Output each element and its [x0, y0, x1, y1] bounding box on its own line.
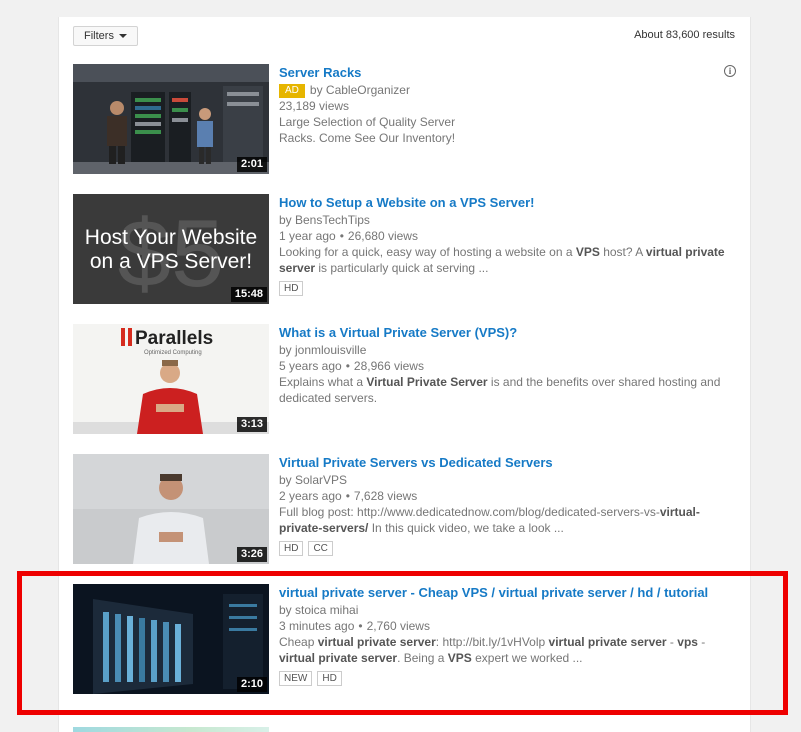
video-thumbnail[interactable]: Parallels Optimized Computing 3:13 [73, 324, 269, 434]
channel-link[interactable]: by SolarVPS [279, 472, 738, 488]
badges: HD [279, 281, 738, 296]
thumb-text-line-2: on a VPS Server! [90, 250, 252, 273]
upload-age: 2 years ago [279, 489, 342, 503]
cc-badge: CC [308, 541, 333, 556]
hd-badge: HD [279, 281, 304, 296]
video-title-link[interactable]: How to Setup a Website on a VPS Server! [279, 194, 738, 212]
view-count: 7,628 views [353, 489, 418, 503]
description: Explains what a Virtual Private Server i… [279, 375, 721, 405]
video-title-link[interactable]: Server Racks [279, 64, 738, 82]
ad-badge: AD [279, 84, 305, 98]
age-views-line: 2 years ago • 7,628 views [279, 489, 418, 503]
hd-badge: HD [279, 541, 304, 556]
video-title-link[interactable]: Virtual Private Servers vs Dedicated Ser… [279, 454, 738, 472]
result-item: 3:26 Virtual Private Servers vs Dedicate… [73, 454, 738, 566]
video-thumbnail[interactable]: $5 Host Your Website on a VPS Server! 15… [73, 194, 269, 304]
upload-age: 1 year ago [279, 229, 336, 243]
view-count: 26,680 views [347, 229, 418, 243]
results-count: About 83,600 results [634, 29, 735, 41]
filters-button[interactable]: Filters [73, 26, 138, 46]
view-count: 28,966 views [353, 359, 424, 373]
filters-label: Filters [84, 30, 114, 42]
channel-link[interactable]: by BensTechTips [279, 212, 738, 228]
result-info: What is a Virtual Private Server (VPS)? … [279, 324, 738, 406]
result-item: 2:01 Server Racks AD by CableOrganizer 23… [73, 64, 738, 176]
video-title-link[interactable]: What is a Virtual Private Server (VPS)? [279, 324, 738, 342]
badges: HD CC [279, 541, 738, 556]
next-video-thumbnail[interactable] [73, 727, 269, 732]
result-info: Virtual Private Servers vs Dedicated Ser… [279, 454, 738, 556]
view-count: 23,189 views [279, 99, 350, 113]
result-info: How to Setup a Website on a VPS Server! … [279, 194, 738, 296]
description-line: Racks. Come See Our Inventory! [279, 131, 456, 145]
video-thumbnail[interactable]: 3:26 [73, 454, 269, 564]
thumb-tagline-text: Optimized Computing [144, 350, 202, 356]
video-thumbnail[interactable]: 2:01 [73, 64, 269, 174]
description: Full blog post: http://www.dedicatednow.… [279, 505, 700, 535]
channel-link[interactable]: by jonmlouisville [279, 342, 738, 358]
video-duration: 3:26 [236, 547, 267, 562]
caret-down-icon [118, 34, 127, 38]
result-item: Parallels Optimized Computing 3:13 What … [73, 324, 738, 436]
upload-age: 5 years ago [279, 359, 342, 373]
channel-link[interactable]: by CableOrganizer [310, 83, 410, 97]
ad-channel-line: AD by CableOrganizer [279, 82, 738, 98]
result-item: $5 Host Your Website on a VPS Server! 15… [73, 194, 738, 306]
description-line: Large Selection of Quality Server [279, 115, 456, 129]
age-views-line: 5 years ago • 28,966 views [279, 359, 424, 373]
info-icon[interactable]: i [724, 65, 736, 77]
video-duration: 15:48 [230, 287, 267, 302]
description: Looking for a quick, easy way of hosting… [279, 245, 725, 275]
thumb-text-line-1: Host Your Website [85, 226, 257, 249]
video-duration: 3:13 [236, 417, 267, 432]
video-duration: 2:01 [236, 157, 267, 172]
result-info: Server Racks AD by CableOrganizer 23,189 … [279, 64, 738, 146]
thumb-logo-text: Parallels [135, 328, 213, 349]
age-views-line: 1 year ago • 26,680 views [279, 229, 418, 243]
highlight-box [17, 571, 788, 715]
